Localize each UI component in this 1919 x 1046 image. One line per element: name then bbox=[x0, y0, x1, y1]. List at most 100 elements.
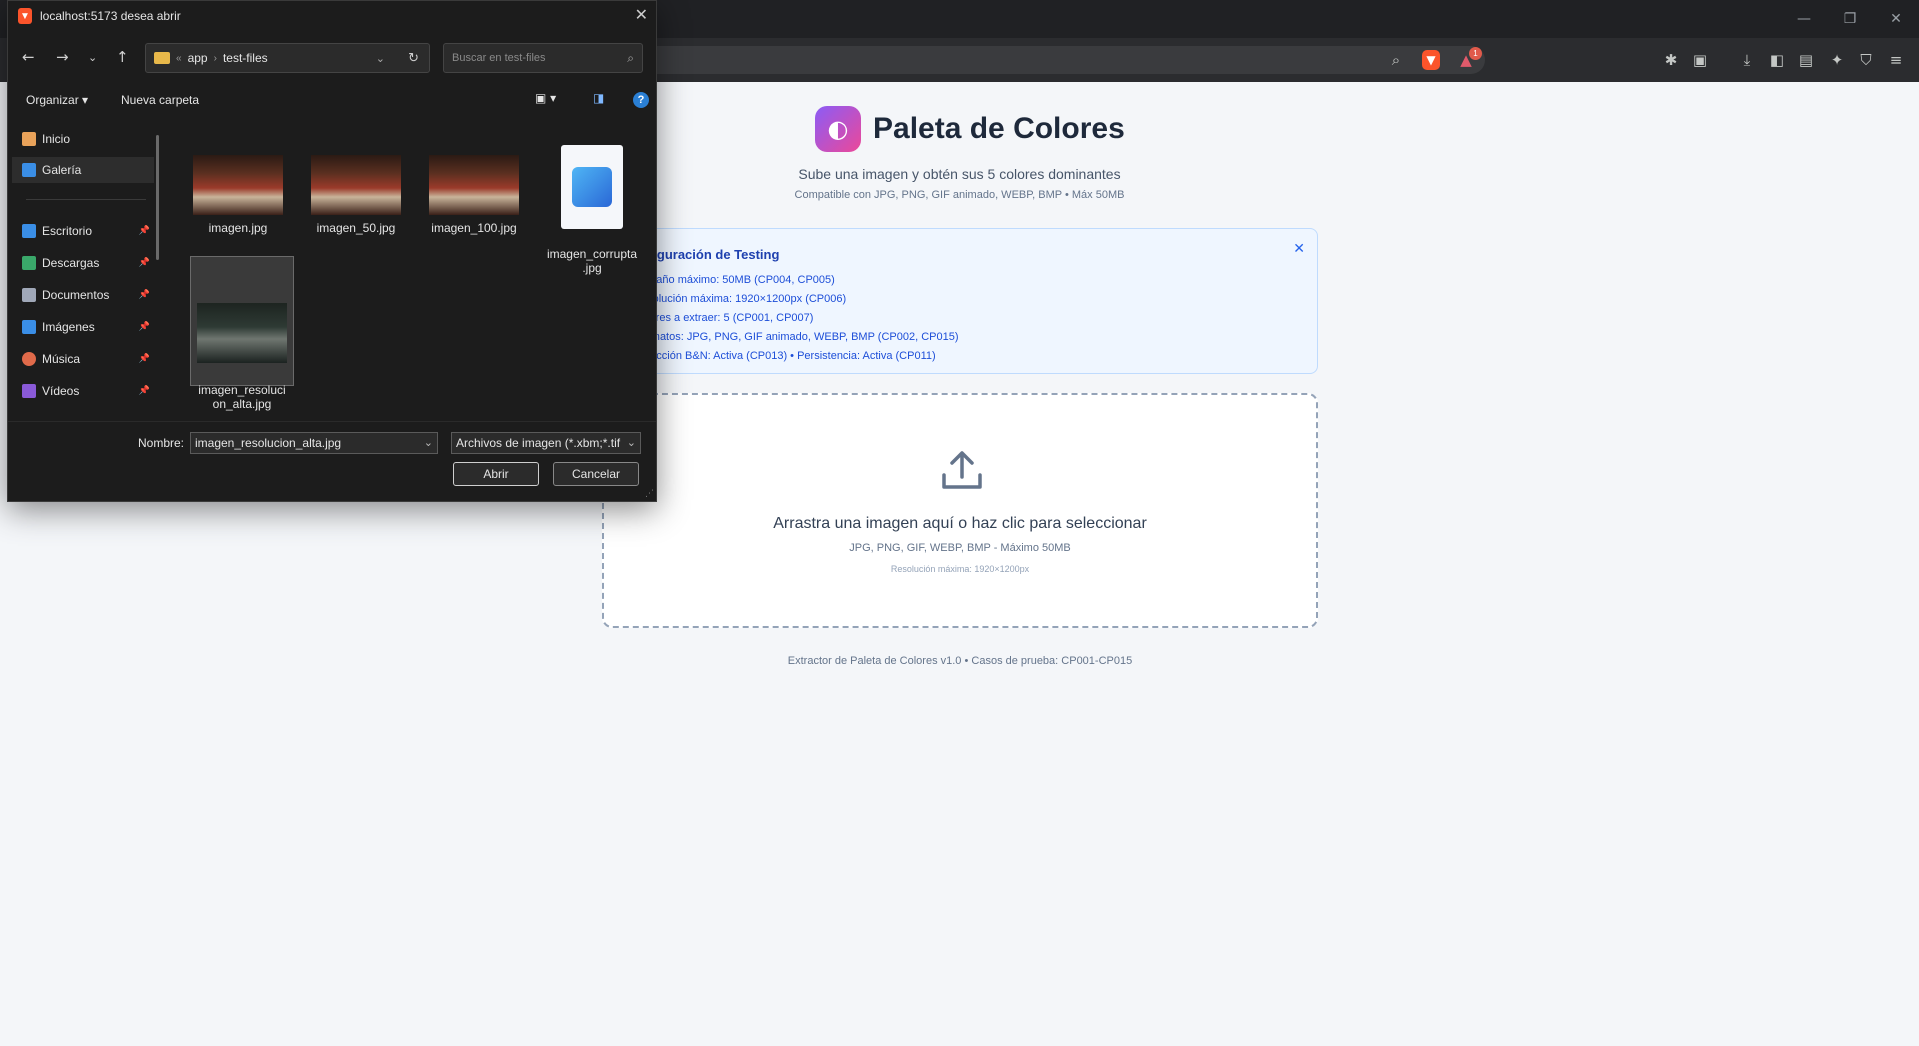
menu-icon[interactable]: ≡ bbox=[1885, 49, 1907, 71]
nav-scrollbar[interactable] bbox=[156, 135, 159, 260]
image-file-icon bbox=[561, 145, 623, 229]
home-icon bbox=[22, 132, 36, 146]
close-window-icon[interactable]: ✕ bbox=[1873, 0, 1919, 38]
open-button[interactable]: Abrir bbox=[453, 462, 539, 486]
up-icon[interactable]: ↑ bbox=[116, 48, 129, 66]
dialog-navigation-pane: Inicio Galería Escritorio 📌 Descargas 📌 … bbox=[8, 119, 160, 419]
pictures-icon bbox=[22, 320, 36, 334]
close-icon[interactable]: ✕ bbox=[635, 5, 648, 24]
dialog-title: localhost:5173 desea abrir bbox=[40, 9, 181, 23]
file-item[interactable]: imagen_50.jpg bbox=[304, 155, 408, 235]
file-type-select[interactable]: Archivos de imagen (*.xbm;*.tif ⌄ bbox=[451, 432, 641, 454]
help-icon[interactable]: ? bbox=[633, 92, 649, 108]
nav-item-escritorio[interactable]: Escritorio 📌 bbox=[12, 218, 154, 244]
brave-icon: ▼ bbox=[18, 8, 32, 24]
config-item: etección B&N: Activa (CP013) • Persisten… bbox=[641, 350, 936, 362]
nav-label: Galería bbox=[42, 163, 82, 177]
breadcrumb-overflow-icon[interactable]: « bbox=[176, 53, 182, 64]
filename-value: imagen_resolucion_alta.jpg bbox=[195, 436, 342, 450]
organize-button[interactable]: Organizar ▾ bbox=[26, 93, 88, 107]
file-type-value: Archivos de imagen (*.xbm;*.tif bbox=[456, 436, 621, 450]
nav-item-imagenes[interactable]: Imágenes 📌 bbox=[12, 314, 154, 340]
dialog-address-bar[interactable]: « app › test-files ⌄ ↻ bbox=[145, 43, 430, 73]
download-icon bbox=[22, 256, 36, 270]
document-icon bbox=[22, 288, 36, 302]
dialog-file-list: imagen.jpg imagen_50.jpg imagen_100.jpg … bbox=[168, 119, 656, 419]
config-title: nfiguración de Testing bbox=[641, 247, 780, 262]
cancel-button[interactable]: Cancelar bbox=[553, 462, 639, 486]
filename-label: Nombre: bbox=[138, 436, 185, 450]
file-thumbnail bbox=[311, 155, 401, 215]
minimize-icon[interactable]: — bbox=[1781, 0, 1827, 38]
nav-label: Escritorio bbox=[42, 224, 93, 238]
restore-icon[interactable]: ❐ bbox=[1827, 0, 1873, 38]
file-name: imagen.jpg bbox=[208, 221, 268, 235]
nav-divider bbox=[26, 199, 146, 200]
file-item-selected[interactable]: imagen_resoluci on_alta.jpg bbox=[190, 256, 294, 411]
file-item[interactable]: imagen_100.jpg bbox=[422, 155, 526, 235]
rewards-badge: 1 bbox=[1469, 47, 1482, 60]
view-options-icon[interactable]: ▣ ▾ bbox=[535, 91, 556, 105]
config-item: olores a extraer: 5 (CP001, CP007) bbox=[641, 312, 814, 324]
address-bar[interactable] bbox=[640, 46, 1485, 74]
desktop-icon bbox=[22, 224, 36, 238]
nav-item-inicio[interactable]: Inicio bbox=[12, 126, 154, 152]
new-folder-button[interactable]: Nueva carpeta bbox=[121, 93, 199, 107]
wallet-icon[interactable]: ▤ bbox=[1795, 49, 1817, 71]
file-thumbnail bbox=[429, 155, 519, 215]
gallery-icon bbox=[22, 163, 36, 177]
close-icon[interactable]: ✕ bbox=[1293, 241, 1305, 257]
breadcrumb-item[interactable]: test-files bbox=[223, 51, 268, 65]
file-open-dialog: ▼ localhost:5173 desea abrir ✕ ← → ⌄ ↑ «… bbox=[7, 0, 657, 502]
search-icon: ⌕ bbox=[627, 51, 634, 65]
testing-config-panel: nfiguración de Testing ✕ amaño máximo: 5… bbox=[602, 228, 1318, 374]
screenshot-icon[interactable]: ▣ bbox=[1689, 49, 1711, 71]
file-name: imagen_100.jpg bbox=[431, 221, 517, 235]
pin-icon: 📌 bbox=[138, 354, 150, 364]
back-icon[interactable]: ← bbox=[22, 48, 35, 66]
nav-label: Inicio bbox=[42, 132, 71, 146]
nav-label: Música bbox=[42, 352, 81, 366]
file-thumbnail bbox=[197, 303, 287, 363]
file-name: imagen_50.jpg bbox=[316, 221, 396, 235]
page-header: ◐ Paleta de Colores bbox=[815, 106, 1125, 152]
file-item[interactable]: imagen_corrupta .jpg bbox=[540, 131, 644, 289]
chevron-down-icon[interactable]: ⌄ bbox=[376, 52, 385, 65]
upload-icon bbox=[942, 451, 982, 489]
nav-item-musica[interactable]: Música 📌 bbox=[12, 346, 154, 372]
nav-item-descargas[interactable]: Descargas 📌 bbox=[12, 250, 154, 276]
pin-icon: 📌 bbox=[138, 290, 150, 300]
dialog-titlebar: ▼ localhost:5173 desea abrir bbox=[18, 8, 181, 24]
preview-pane-icon[interactable]: ◨ bbox=[593, 91, 604, 105]
downloads-icon[interactable]: ⤓ bbox=[1736, 49, 1758, 71]
nav-label: Documentos bbox=[42, 288, 110, 302]
upload-dropzone[interactable]: Arrastra una imagen aquí o haz clic para… bbox=[602, 393, 1318, 628]
nav-item-documentos[interactable]: Documentos 📌 bbox=[12, 282, 154, 308]
chevron-down-icon: ⌄ bbox=[626, 436, 636, 449]
dropzone-instruction: Arrastra una imagen aquí o haz clic para… bbox=[773, 515, 1147, 532]
file-thumbnail bbox=[193, 155, 283, 215]
sidebar-icon[interactable]: ◧ bbox=[1766, 49, 1788, 71]
extensions-icon[interactable]: ✱ bbox=[1660, 49, 1682, 71]
organize-label: Organizar bbox=[26, 93, 79, 107]
nav-label: Descargas bbox=[42, 256, 100, 270]
brave-shields-icon[interactable]: ▼ bbox=[1422, 50, 1440, 70]
leo-ai-icon[interactable]: ✦ bbox=[1826, 49, 1848, 71]
pin-icon: 📌 bbox=[138, 226, 150, 236]
filename-input[interactable]: imagen_resolucion_alta.jpg ⌄ bbox=[190, 432, 438, 454]
vpn-icon[interactable]: ⛉ bbox=[1855, 49, 1877, 71]
nav-item-videos[interactable]: Vídeos 📌 bbox=[12, 378, 154, 404]
recent-locations-icon[interactable]: ⌄ bbox=[88, 51, 97, 64]
breadcrumb-item[interactable]: app bbox=[188, 51, 208, 65]
refresh-icon[interactable]: ↻ bbox=[408, 51, 419, 66]
zoom-icon[interactable]: ⌕ bbox=[1385, 49, 1407, 71]
dialog-search-input[interactable]: Buscar en test-files ⌕ bbox=[443, 43, 643, 73]
nav-item-galeria[interactable]: Galería bbox=[12, 157, 154, 183]
resize-grip-icon[interactable]: ⋰ bbox=[645, 489, 654, 499]
file-item[interactable]: imagen.jpg bbox=[186, 155, 290, 235]
forward-icon[interactable]: → bbox=[56, 48, 69, 66]
config-item: esolución máxima: 1920×1200px (CP006) bbox=[641, 293, 847, 305]
window-controls: — ❐ ✕ bbox=[1781, 0, 1919, 38]
chevron-down-icon[interactable]: ⌄ bbox=[424, 436, 433, 449]
nav-label: Vídeos bbox=[42, 384, 80, 398]
